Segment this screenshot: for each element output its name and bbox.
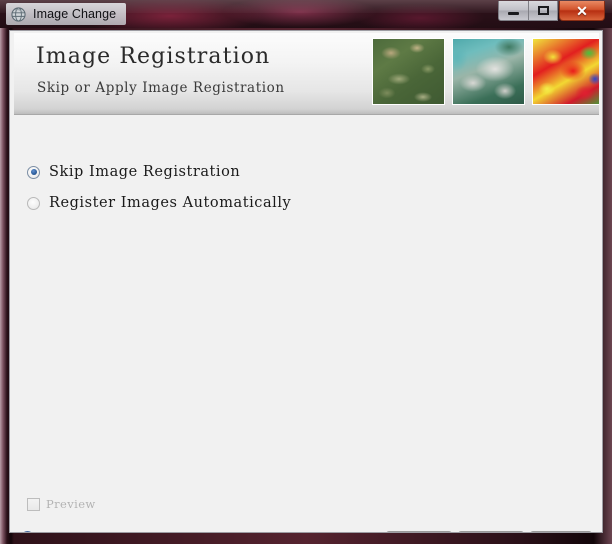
help-icon[interactable]: ? [20,531,35,533]
banner-thumbnail-band [336,33,599,114]
title-bar[interactable]: Image Change ✕ [0,0,612,28]
classification-map-thumbnail [532,38,599,105]
radio-register-label: Register Images Automatically [49,195,292,211]
coastal-satellite-thumbnail [452,38,525,105]
close-icon: ✕ [576,2,588,19]
window-title-chip: Image Change [6,3,127,25]
minimize-icon [508,12,519,15]
window-title: Image Change [33,7,117,21]
preview-checkbox-row[interactable]: Preview [27,497,96,511]
page-subtitle: Skip or Apply Image Registration [37,80,285,96]
classification-map-image [533,39,599,104]
page-title: Image Registration [36,44,271,69]
wizard-footer-buttons: 〈 Back Next 〉 Cancel [386,531,592,532]
globe-icon [11,6,26,22]
minimize-button[interactable] [498,1,528,21]
next-button[interactable]: Next 〉 [458,531,524,532]
vegetation-satellite-thumbnail [372,38,445,105]
preview-checkbox[interactable] [27,497,40,511]
radio-register-indicator[interactable] [27,196,40,210]
radio-skip-indicator[interactable] [27,165,40,179]
radio-register-images-automatically[interactable]: Register Images Automatically [27,195,291,211]
window-controls: ✕ [498,1,605,22]
radio-skip-label: Skip Image Registration [49,164,241,180]
maximize-button[interactable] [528,1,558,21]
cancel-button[interactable]: Cancel [529,531,592,532]
vegetation-satellite-image [373,39,444,104]
wizard-banner: Image Registration Skip or Apply Image R… [14,33,599,115]
back-button[interactable]: 〈 Back [386,531,453,532]
close-button[interactable]: ✕ [559,1,605,21]
preview-label: Preview [46,497,96,511]
radio-skip-image-registration[interactable]: Skip Image Registration [27,164,240,180]
coastal-satellite-image [453,39,524,104]
maximize-icon [537,6,549,15]
application-window: Image Change ✕ Image Registration Skip o… [0,0,612,544]
dialog-client-area: Image Registration Skip or Apply Image R… [9,30,603,533]
